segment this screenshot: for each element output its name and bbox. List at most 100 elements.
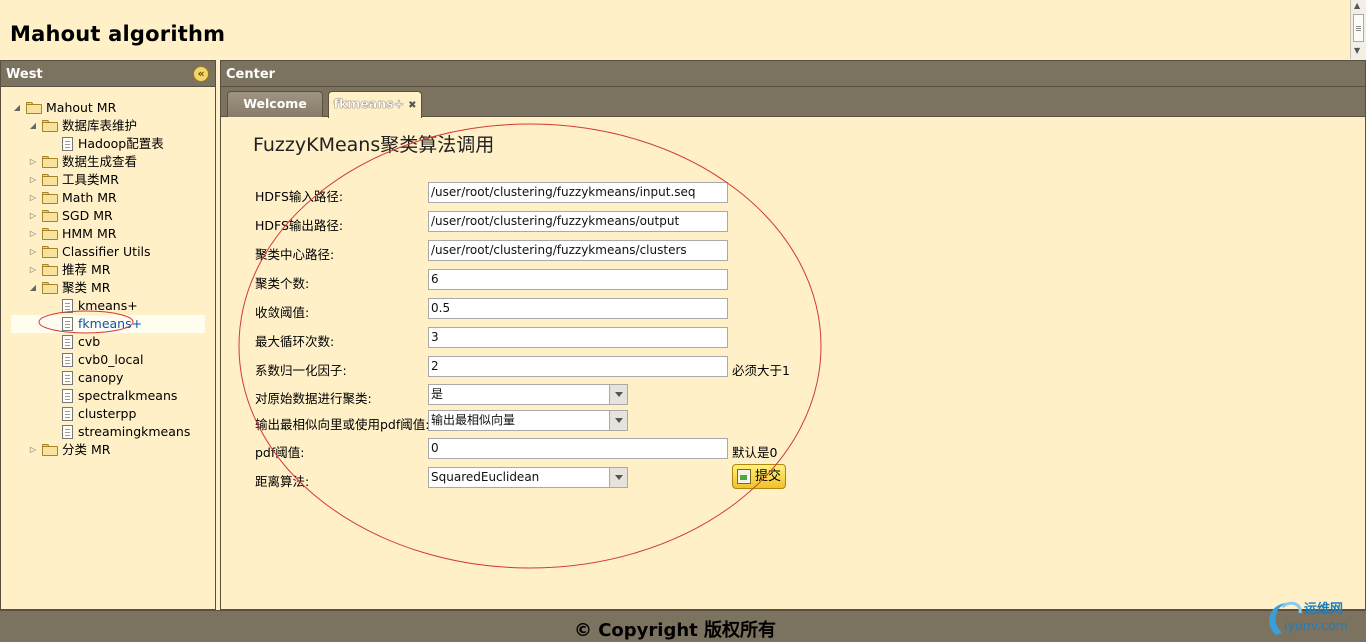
- tree-folder[interactable]: ▷ 工具类MR: [11, 171, 205, 189]
- tab-welcome[interactable]: Welcome: [227, 91, 323, 117]
- tree-node-label: HMM MR: [62, 226, 117, 241]
- tree-node-label: 数据生成查看: [62, 154, 138, 169]
- max-iterations-field[interactable]: 3: [428, 327, 728, 348]
- clusters-path-field[interactable]: /user/root/clustering/fuzzykmeans/cluste…: [428, 240, 728, 261]
- collapse-left-icon[interactable]: «: [193, 66, 209, 82]
- tree-leaf[interactable]: streamingkmeans: [11, 423, 205, 441]
- cluster-data-value: 是: [431, 387, 444, 401]
- tree-leaf[interactable]: canopy: [11, 369, 205, 387]
- tree-folder[interactable]: ◢ Mahout MR: [11, 99, 205, 117]
- collapsed-toggle-icon[interactable]: ▷: [28, 441, 38, 459]
- west-panel: West « ◢ Mahout MR ◢ 数据库表维护 Hadoop配置表 ▷ 数据生成查看…: [0, 60, 216, 610]
- tree-leaf[interactable]: cvb: [11, 333, 205, 351]
- center-panel-header: Center: [221, 61, 1365, 87]
- tab-fkmeans[interactable]: fkmeans+ ✖: [328, 91, 422, 118]
- tree-leaf[interactable]: kmeans+: [11, 297, 205, 315]
- input-path-label: HDFS输入路径:: [255, 189, 344, 204]
- expanded-toggle-icon[interactable]: ◢: [12, 99, 22, 117]
- emit-mode-label: 输出最相似向里或使用pdf阈值:: [255, 417, 430, 432]
- emit-mode-select[interactable]: 输出最相似向量: [428, 410, 628, 431]
- cluster-data-select[interactable]: 是: [428, 384, 628, 405]
- input-path-field[interactable]: /user/root/clustering/fuzzykmeans/input.…: [428, 182, 728, 203]
- chevron-down-icon[interactable]: [609, 411, 627, 430]
- tree-node-label: fkmeans+: [78, 316, 143, 331]
- scroll-up-icon[interactable]: ▲: [1354, 1, 1360, 10]
- cluster-data-label: 对原始数据进行聚类:: [255, 391, 372, 406]
- collapsed-toggle-icon[interactable]: ▷: [28, 207, 38, 225]
- center-panel: Center Welcome fkmeans+ ✖ FuzzyKMeans聚类算法…: [220, 60, 1366, 610]
- close-icon[interactable]: ✖: [408, 100, 416, 111]
- tree-node-label: SGD MR: [62, 208, 113, 223]
- tree-node-label: cvb: [78, 334, 101, 349]
- max-iterations-label: 最大循环次数:: [255, 334, 335, 349]
- folder-icon: [42, 444, 58, 456]
- chevron-down-icon[interactable]: [609, 468, 627, 487]
- tree-folder[interactable]: ▷ Classifier Utils: [11, 243, 205, 261]
- tree-folder[interactable]: ◢ 聚类 MR: [11, 279, 205, 297]
- folder-icon: [42, 210, 58, 222]
- tree-node-label: 推荐 MR: [62, 262, 111, 277]
- tree-node-label: canopy: [78, 370, 124, 385]
- file-icon: [62, 317, 73, 331]
- tree-folder[interactable]: ▷ 数据生成查看: [11, 153, 205, 171]
- collapsed-toggle-icon[interactable]: ▷: [28, 153, 38, 171]
- scroll-down-icon[interactable]: ▼: [1354, 46, 1360, 55]
- submit-button[interactable]: 提交: [732, 464, 786, 489]
- output-path-field[interactable]: /user/root/clustering/fuzzykmeans/output: [428, 211, 728, 232]
- tree-leaf[interactable]: Hadoop配置表: [11, 135, 205, 153]
- file-icon: [62, 299, 73, 313]
- tree-leaf[interactable]: cvb0_local: [11, 351, 205, 369]
- clusters-path-label: 聚类中心路径:: [255, 247, 335, 262]
- tree-node-label: cvb0_local: [78, 352, 144, 367]
- expanded-toggle-icon[interactable]: ◢: [28, 117, 38, 135]
- pdf-threshold-label: pdf阈值:: [255, 445, 305, 460]
- file-icon: [62, 389, 73, 403]
- collapsed-toggle-icon[interactable]: ▷: [28, 225, 38, 243]
- collapsed-toggle-icon[interactable]: ▷: [28, 261, 38, 279]
- file-icon: [62, 137, 73, 151]
- tree-node-label: kmeans+: [78, 298, 138, 313]
- file-icon: [62, 335, 73, 349]
- folder-icon: [42, 174, 58, 186]
- tree-node-label: streamingkmeans: [78, 424, 191, 439]
- collapsed-toggle-icon[interactable]: ▷: [28, 243, 38, 261]
- tree-folder[interactable]: ◢ 数据库表维护: [11, 117, 205, 135]
- tree-node-label: 数据库表维护: [62, 118, 138, 133]
- footer: © Copyright 版权所有: [0, 610, 1366, 642]
- folder-icon: [42, 120, 58, 132]
- tab-strip: Welcome fkmeans+ ✖: [221, 87, 1365, 118]
- submit-icon: [737, 469, 751, 484]
- tree-leaf[interactable]: clusterpp: [11, 405, 205, 423]
- fkmeans-form: FuzzyKMeans聚类算法调用 HDFS输入路径: /user/root/c…: [221, 118, 1365, 609]
- tree-node-label: clusterpp: [78, 406, 137, 421]
- pdf-threshold-hint: 默认是0: [732, 445, 778, 460]
- app-title: Mahout algorithm: [10, 22, 226, 46]
- navigation-tree: ◢ Mahout MR ◢ 数据库表维护 Hadoop配置表 ▷ 数据生成查看 ▷ 工具类MR ▷…: [11, 99, 205, 459]
- tree-leaf[interactable]: spectralkmeans: [11, 387, 205, 405]
- tree-folder[interactable]: ▷ 推荐 MR: [11, 261, 205, 279]
- cluster-count-field[interactable]: 6: [428, 269, 728, 290]
- emit-mode-value: 输出最相似向量: [431, 413, 516, 427]
- page-scrollbar[interactable]: ▲ ▼: [1350, 0, 1366, 59]
- expanded-toggle-icon[interactable]: ◢: [28, 279, 38, 297]
- fuzziness-field[interactable]: 2: [428, 356, 728, 377]
- distance-label: 距离算法:: [255, 474, 310, 489]
- chevron-down-icon[interactable]: [609, 385, 627, 404]
- collapsed-toggle-icon[interactable]: ▷: [28, 171, 38, 189]
- copyright-text: © Copyright 版权所有: [573, 620, 777, 641]
- distance-select[interactable]: SquaredEuclidean: [428, 467, 628, 488]
- tree-folder[interactable]: ▷ Math MR: [11, 189, 205, 207]
- folder-icon: [42, 192, 58, 204]
- tree-folder[interactable]: ▷ HMM MR: [11, 225, 205, 243]
- tree-folder[interactable]: ▷ SGD MR: [11, 207, 205, 225]
- tab-fkmeans-label: fkmeans+: [333, 96, 405, 111]
- center-panel-title: Center: [226, 67, 276, 82]
- tree-node-label: Math MR: [62, 190, 117, 205]
- tree-leaf[interactable]: fkmeans+: [11, 315, 205, 333]
- collapsed-toggle-icon[interactable]: ▷: [28, 189, 38, 207]
- convergence-field[interactable]: 0.5: [428, 298, 728, 319]
- pdf-threshold-field[interactable]: 0: [428, 438, 728, 459]
- scroll-thumb[interactable]: [1353, 14, 1364, 42]
- tree-folder[interactable]: ▷ 分类 MR: [11, 441, 205, 459]
- output-path-label: HDFS输出路径:: [255, 218, 344, 233]
